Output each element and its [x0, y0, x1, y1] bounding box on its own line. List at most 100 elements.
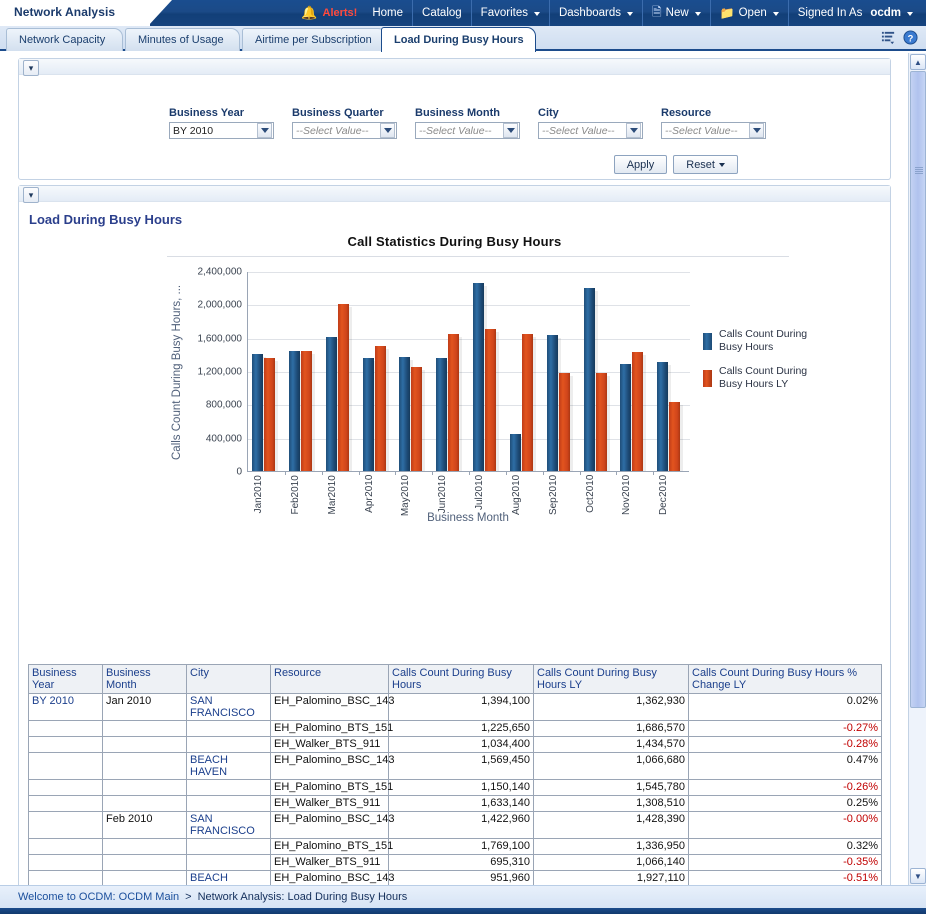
col-calls-count[interactable]: Calls Count During Busy Hours [389, 665, 534, 694]
chart-bar[interactable] [301, 351, 312, 471]
cell-business-year [29, 720, 103, 736]
city-select[interactable]: --Select Value-- [538, 122, 643, 139]
business-month-select[interactable]: --Select Value-- [415, 122, 520, 139]
chart-bar[interactable] [252, 354, 263, 471]
cell-calls-count-ly: 1,434,570 [534, 736, 689, 752]
apply-button[interactable]: Apply [614, 155, 668, 174]
alerts-button[interactable]: 🔔 Alerts! [292, 0, 363, 26]
chevron-down-icon[interactable] [380, 123, 395, 138]
page-options-icon[interactable] [881, 30, 896, 45]
col-pct-change-ly[interactable]: Calls Count During Busy Hours % Change L… [689, 665, 882, 694]
chart-bar[interactable] [669, 402, 680, 471]
report-table: Business Year Business Month City Resour… [28, 664, 882, 885]
chart-bar[interactable] [510, 434, 521, 472]
col-resource[interactable]: Resource [271, 665, 389, 694]
chart-bar[interactable] [485, 329, 496, 471]
chart-bar[interactable] [411, 367, 422, 471]
scrollbar-grip-icon [915, 167, 923, 175]
collapse-prompt-panel-button[interactable]: ▾ [23, 60, 39, 76]
chart-bar[interactable] [596, 373, 607, 471]
col-city[interactable]: City [187, 665, 271, 694]
table-row: BEACH HAVENEH_Palomino_BSC_1431,569,4501… [29, 752, 882, 779]
col-business-month[interactable]: Business Month [103, 665, 187, 694]
alerts-label: Alerts! [323, 7, 358, 19]
nav-open[interactable]: 📁 Open [710, 0, 788, 26]
legend-label: Calls Count During Busy Hours LY [719, 365, 823, 392]
cell-calls-count: 1,034,400 [389, 736, 534, 752]
tab-airtime-per-subscription[interactable]: Airtime per Subscription [242, 28, 387, 51]
chart-bar[interactable] [547, 335, 558, 471]
chart-bar[interactable] [522, 334, 533, 472]
nav-signed-in-as[interactable]: Signed In As ocdm [788, 0, 922, 26]
scroll-up-button[interactable]: ▲ [910, 54, 926, 70]
cell-business-year [29, 736, 103, 752]
chart-axis-tick [285, 471, 286, 475]
help-icon[interactable]: ? [903, 30, 918, 45]
chart-bar[interactable] [375, 346, 386, 471]
cell-business-month [103, 720, 187, 736]
nav-favorites[interactable]: Favorites [471, 0, 549, 26]
chart-bar[interactable] [473, 283, 484, 471]
chart-bar[interactable] [448, 334, 459, 472]
chart-bar[interactable] [620, 364, 631, 472]
dashboard-tab-strip: Network Capacity Minutes of Usage Airtim… [0, 26, 926, 51]
cell-pct-change-ly: -0.27% [689, 720, 882, 736]
cell-pct-change-ly: 0.32% [689, 838, 882, 854]
resource-select[interactable]: --Select Value-- [661, 122, 766, 139]
business-year-select[interactable]: BY 2010 [169, 122, 274, 139]
nav-new[interactable]: 🗎 New [642, 0, 710, 26]
chart-bar[interactable] [363, 358, 374, 471]
window-bottom-edge [0, 908, 926, 914]
breadcrumb-home-link[interactable]: Welcome to OCDM: OCDM Main [18, 891, 179, 903]
collapse-report-panel-button[interactable]: ▾ [23, 187, 39, 203]
chevron-down-icon [695, 12, 701, 16]
cell-business-month [103, 854, 187, 870]
tab-network-capacity[interactable]: Network Capacity [6, 28, 123, 51]
col-business-year[interactable]: Business Year [29, 665, 103, 694]
chevron-down-icon[interactable] [626, 123, 641, 138]
chart-axis-tick [543, 471, 544, 475]
table-header-row: Business Year Business Month City Resour… [29, 665, 882, 694]
tab-minutes-of-usage[interactable]: Minutes of Usage [125, 28, 240, 51]
cell-resource: EH_Palomino_BSC_143 [271, 752, 389, 779]
report-panel-bar: ▾ [19, 186, 890, 202]
chart-bar[interactable] [326, 337, 337, 471]
nav-catalog[interactable]: Catalog [412, 0, 471, 26]
chart-bar[interactable] [399, 357, 410, 471]
nav-dashboards[interactable]: Dashboards [549, 0, 642, 26]
chart-bar[interactable] [289, 351, 300, 471]
page-scrollbar[interactable]: ▲ ▼ [908, 53, 926, 885]
chevron-down-icon[interactable] [503, 123, 518, 138]
filter-label: Resource [661, 107, 766, 119]
legend-item-current[interactable]: Calls Count During Busy Hours [703, 328, 823, 355]
cell-resource: EH_Palomino_BSC_143 [271, 811, 389, 838]
cell-business-year [29, 795, 103, 811]
cell-business-month [103, 736, 187, 752]
legend-item-last-year[interactable]: Calls Count During Busy Hours LY [703, 365, 823, 392]
chart-bar[interactable] [264, 358, 275, 471]
chart-bar[interactable] [436, 358, 447, 471]
chart-bar[interactable] [584, 288, 595, 471]
tab-load-during-busy-hours[interactable]: Load During Busy Hours [381, 27, 536, 52]
chart-x-tick-label: Jun2010 [438, 475, 448, 513]
nav-home[interactable]: Home [363, 0, 412, 26]
chart-bar[interactable] [657, 362, 668, 471]
cell-business-year [29, 779, 103, 795]
chart-legend: Calls Count During Busy Hours Calls Coun… [703, 328, 823, 402]
scrollbar-thumb[interactable] [910, 71, 926, 708]
bell-icon: 🔔 [301, 5, 317, 21]
cell-city: BEACH HAVEN [187, 752, 271, 779]
chevron-down-icon[interactable] [257, 123, 272, 138]
reset-button[interactable]: Reset [673, 155, 738, 174]
chart-bar[interactable] [632, 352, 643, 471]
chart-bar[interactable] [559, 373, 570, 471]
cell-business-month: Jan 2010 [103, 693, 187, 720]
scroll-down-button[interactable]: ▼ [910, 868, 926, 884]
business-quarter-select[interactable]: --Select Value-- [292, 122, 397, 139]
chevron-down-icon[interactable] [749, 123, 764, 138]
cell-calls-count: 951,960 [389, 870, 534, 885]
chart-bar[interactable] [338, 304, 349, 471]
cell-business-month [103, 838, 187, 854]
chart-y-tick-label: 400,000 [206, 433, 242, 444]
col-calls-count-ly[interactable]: Calls Count During Busy Hours LY [534, 665, 689, 694]
